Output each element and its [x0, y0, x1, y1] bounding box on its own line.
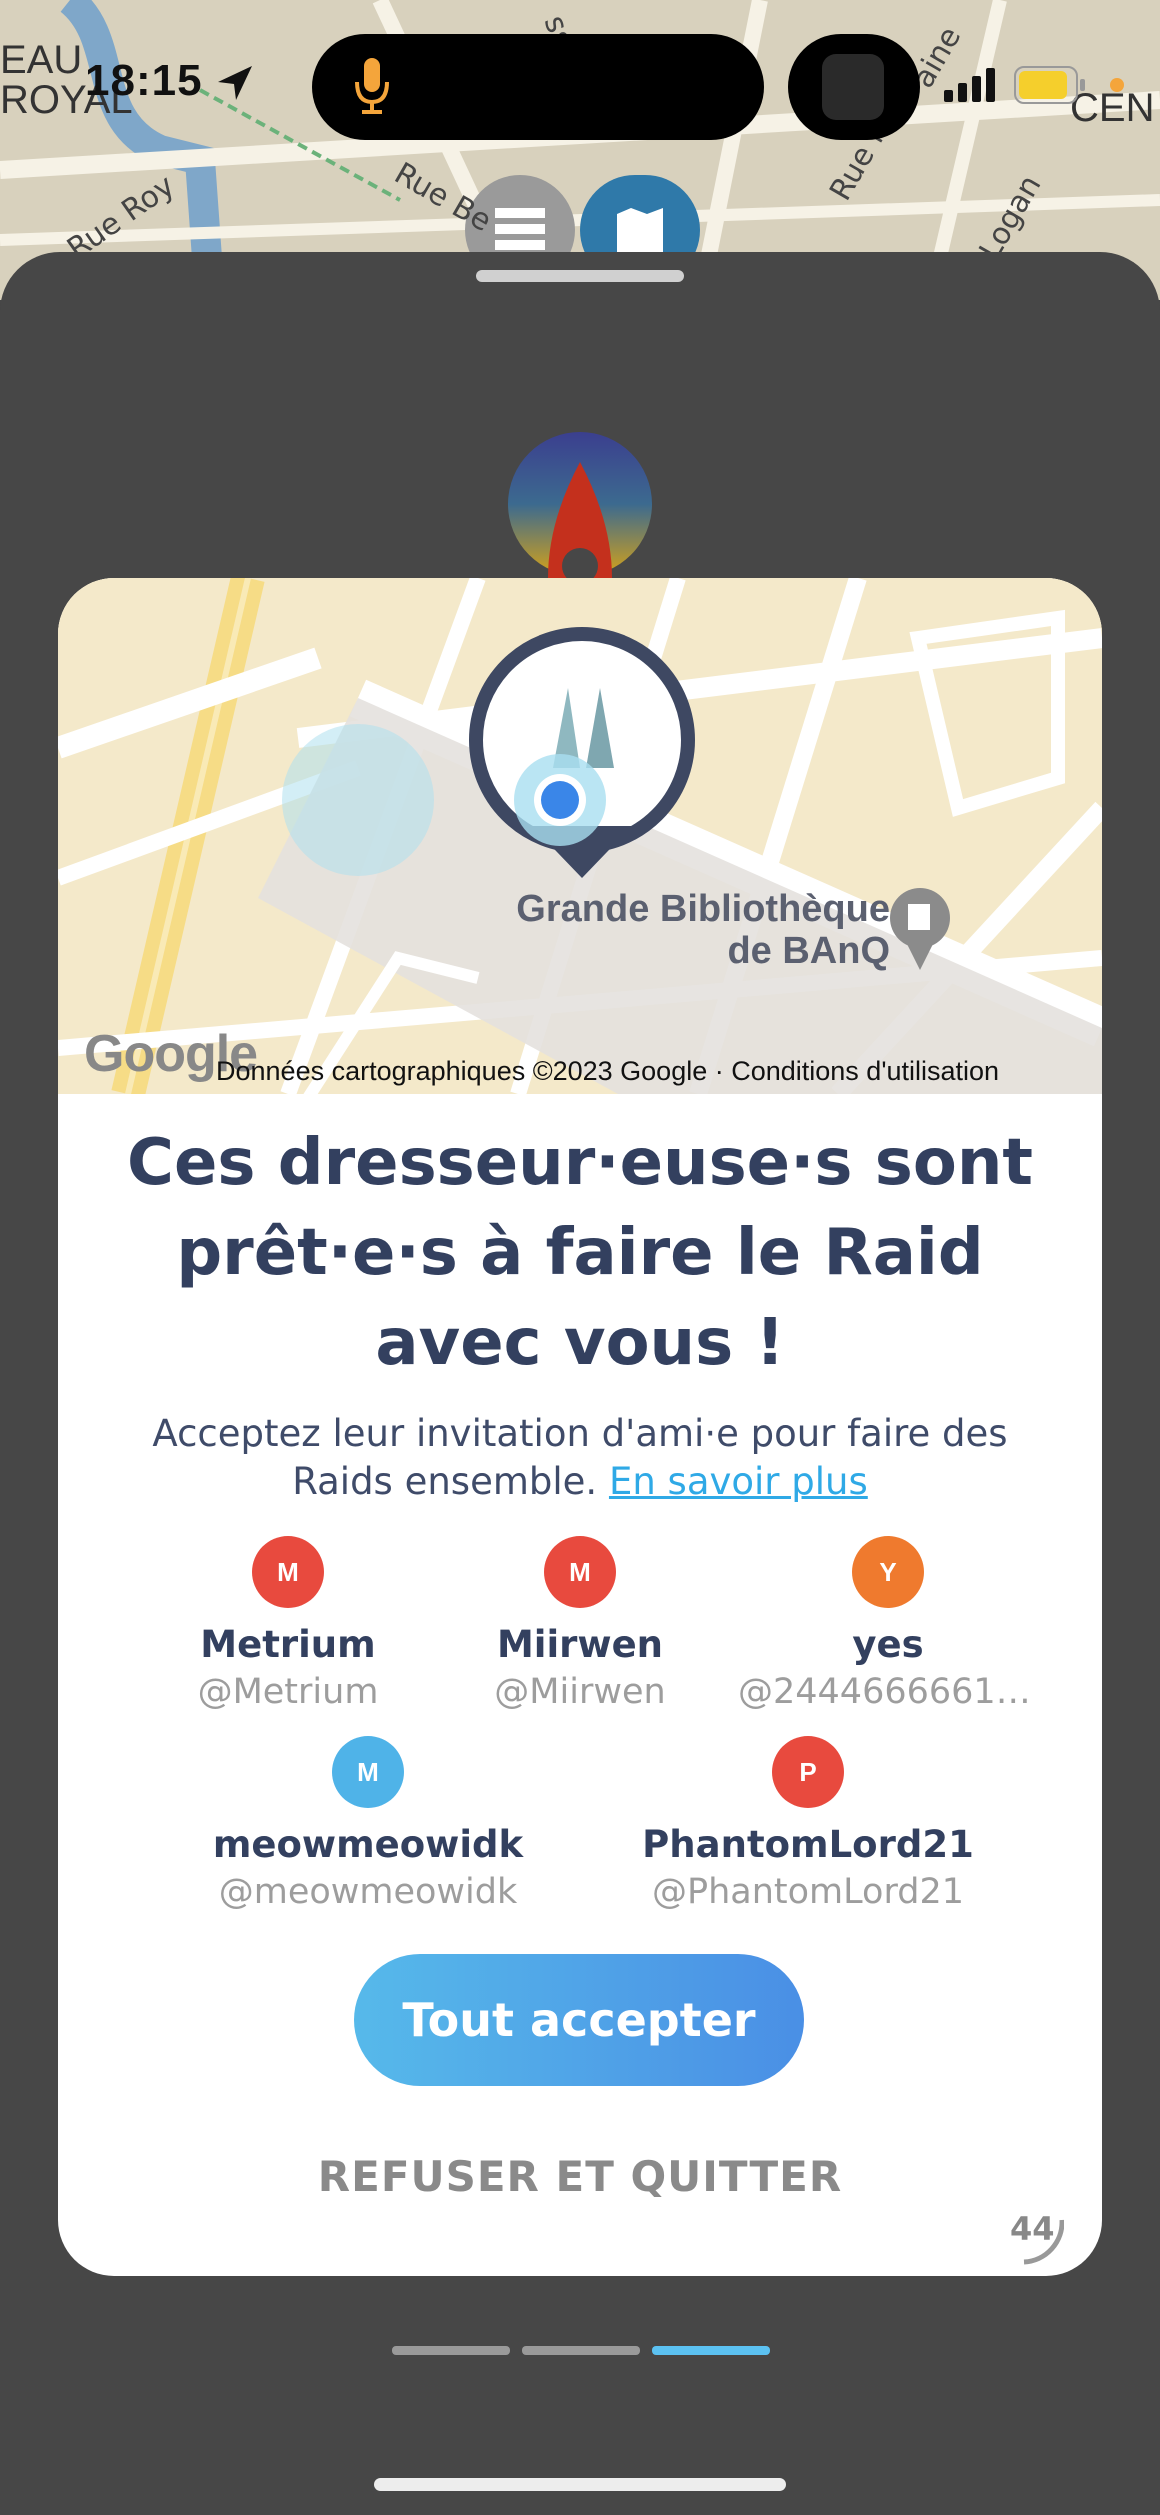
sheet-grabber[interactable]	[476, 270, 684, 282]
card-title: Ces dresseur·euse·s sont prêt·e·s à fair…	[127, 1126, 1033, 1380]
signal-icon	[944, 68, 995, 102]
friend-name: PhantomLord21	[642, 1823, 974, 1866]
location-arrow-icon	[218, 66, 252, 100]
friend-item[interactable]: P PhantomLord21 @PhantomLord21	[638, 1736, 978, 1916]
page-dot	[522, 2346, 640, 2355]
raid-boss-icon	[508, 432, 652, 578]
map-place-line1: Grande Bibliothèque	[516, 888, 890, 930]
friend-avatar: P	[772, 1736, 844, 1808]
friend-name: meowmeowidk	[212, 1823, 524, 1866]
friend-name: yes	[852, 1623, 924, 1666]
friend-item[interactable]: M Metrium @Metrium	[138, 1536, 438, 1716]
card-subtitle: Acceptez leur invitation d'ami·e pour fa…	[118, 1410, 1042, 1506]
friend-handle: @PhantomLord21	[652, 1872, 964, 1912]
map-icon[interactable]	[615, 208, 665, 258]
refuse-and-quit-button[interactable]: REFUSER ET QUITTER	[58, 2152, 1102, 2201]
friend-avatar: Y	[852, 1536, 924, 1608]
friend-avatar: M	[332, 1736, 404, 1808]
raid-invite-card: Grande Bibliothèque de BAnQ Google Donné…	[58, 578, 1102, 2276]
friend-handle: @Metrium	[197, 1672, 379, 1712]
location-map[interactable]: Grande Bibliothèque de BAnQ Google Donné…	[58, 578, 1102, 1094]
friend-avatar: M	[544, 1536, 616, 1608]
page-dot	[652, 2346, 770, 2355]
friend-avatar: M	[252, 1536, 324, 1608]
dynamic-island	[312, 34, 764, 140]
friend-handle: @24446666612…	[738, 1672, 1038, 1712]
friend-item[interactable]: Y yes @24446666612…	[738, 1536, 1038, 1716]
friend-handle: @meowmeowidk	[218, 1872, 518, 1912]
friend-item[interactable]: M Miirwen @Miirwen	[430, 1536, 730, 1716]
app-thumbnail-icon	[822, 54, 884, 120]
map-attribution[interactable]: Données cartographiques ©2023 Google · C…	[216, 1056, 999, 1087]
status-time: 18:15	[85, 56, 203, 105]
battery-icon	[1014, 66, 1085, 104]
map-label: EAU	[0, 38, 83, 82]
timer-badge: 44	[1010, 2210, 1064, 2265]
accept-all-button[interactable]: Tout accepter	[354, 1954, 804, 2086]
subtitle-text: Acceptez leur invitation d'ami·e pour fa…	[152, 1412, 1008, 1503]
friend-name: Metrium	[200, 1623, 376, 1666]
learn-more-link[interactable]: En savoir plus	[609, 1460, 868, 1503]
friend-handle: @Miirwen	[494, 1672, 666, 1712]
map-place-label: Grande Bibliothèque de BAnQ	[506, 888, 890, 972]
friend-name: Miirwen	[496, 1623, 664, 1666]
dynamic-island-secondary	[788, 34, 920, 140]
privacy-indicator-dot	[1110, 78, 1124, 92]
list-icon[interactable]	[495, 208, 545, 252]
page-dot	[392, 2346, 510, 2355]
home-indicator[interactable]	[374, 2478, 786, 2491]
microphone-icon	[355, 58, 389, 114]
timer-arc-icon	[1023, 2219, 1064, 2265]
map-place-line2: de BAnQ	[727, 930, 890, 972]
friend-item[interactable]: M meowmeowidk @meowmeowidk	[198, 1736, 538, 1916]
